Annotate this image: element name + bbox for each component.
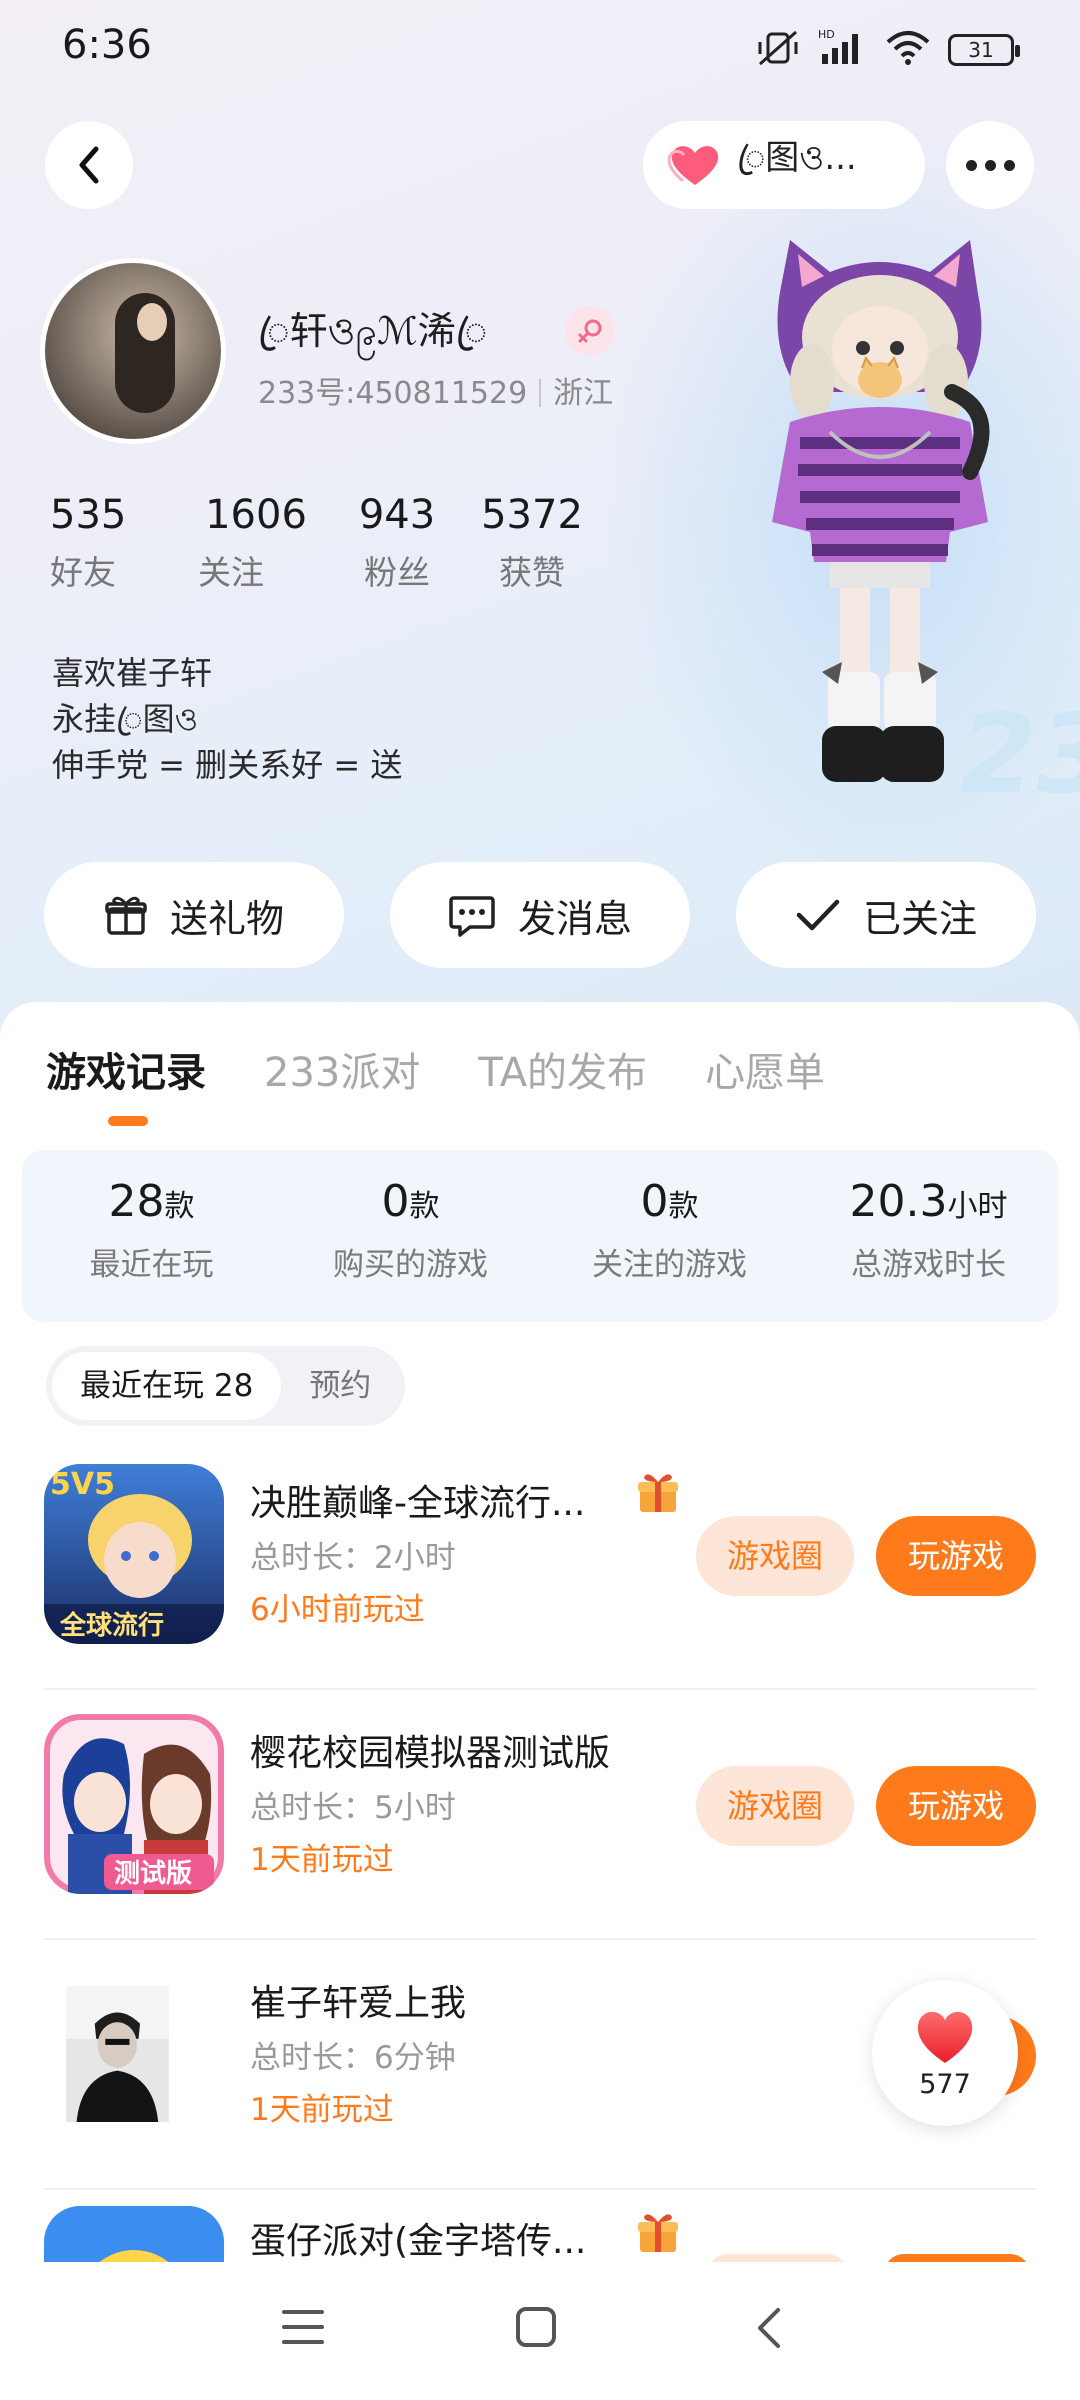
game-icon-juesheng: 5V5 全球流行 [44,1464,224,1644]
send-message-label: 发消息 [517,896,632,941]
chat-bubble-icon [449,896,495,937]
gift-icon [105,896,147,935]
system-navigation-bar [0,2262,1080,2400]
hd-signal-icon: HD [818,28,868,72]
chevron-left-icon [79,146,99,184]
send-gift-button[interactable]: 送礼物 [44,862,344,968]
game-icon-eggy-party [44,2206,224,2262]
svg-text:5V5: 5V5 [50,1467,115,1502]
menu-icon[interactable] [282,2306,324,2348]
game-last-played: 1天前玩过 [250,2092,394,2128]
send-gift-label: 送礼物 [169,896,284,941]
bio-line: 喜欢崔子轩 [52,654,213,692]
game-circle-button[interactable]: 游戏圈 [696,1516,854,1596]
send-message-button[interactable]: 发消息 [390,862,690,968]
bio: 喜欢崔子轩 永挂ꦿ图ও 伸手党 = 删关系好 = 送 [52,650,402,788]
svg-text:HD: HD [818,28,835,41]
segment-reserved[interactable]: 预约 [281,1352,399,1420]
avatar-character-figure[interactable] [720,232,1040,812]
play-game-button-partial[interactable] [884,2254,1030,2262]
checkmark-icon [796,899,840,931]
status-bar: 6:36 HD 31 [0,0,1080,96]
game-duration: 总时长：6分钟 [250,2040,456,2076]
summary-purchased-games[interactable]: 0款 购买的游戏 [281,1150,540,1322]
game-last-played: 1天前玩过 [250,1842,394,1878]
bio-line: 伸手党 = 删关系好 = 送 [52,746,403,784]
game-icon-sakura: 测试版 [44,1714,224,1894]
active-tab-indicator [108,1116,148,1126]
game-summary-card: 28款 最近在玩 0款 购买的游戏 0款 关注的游戏 20.3小时 总游戏时长 [22,1150,1058,1322]
segment-recent-played[interactable]: 最近在玩 28 [52,1352,282,1420]
game-circle-button-partial[interactable] [708,2254,848,2262]
profile-tabs: 游戏记录 233派对 TA的发布 心愿单 [46,1040,825,1098]
summary-recent-played[interactable]: 28款 最近在玩 [22,1150,281,1322]
summary-total-playtime[interactable]: 20.3小时 总游戏时长 [799,1150,1058,1322]
game-row[interactable]: 蛋仔派对(金字塔传... [0,2190,1080,2262]
game-circle-button[interactable]: 游戏圈 [696,1766,854,1846]
stat-following[interactable]: 1606 关注 [180,492,332,594]
tab-ta-posts[interactable]: TA的发布 [478,1040,647,1098]
more-dots-icon [965,159,1015,171]
location: 浙江 [553,376,614,411]
game-duration: 总时长：5小时 [250,1790,456,1826]
followed-label: 已关注 [862,896,977,941]
relationship-pill[interactable]: ꦿ图ও... [643,121,925,209]
stat-friends[interactable]: 535 好友 [50,492,180,594]
heart-icon [917,2011,973,2063]
profile-screen: 6:36 HD 31 ꦿ图ও... ꦿ轩ও၉ℳ浠ꦿ 233号:450811529… [0,0,1080,2400]
game-title: 决胜巅峰-全球流行... [250,1483,586,1524]
gift-badge-icon [638,1474,678,1512]
wifi-icon [886,30,930,70]
heart-pair-icon [667,146,719,185]
game-row[interactable]: 5V5 全球流行 决胜巅峰-全球流行... 总时长：2小时 6小时前玩过 游戏圈… [0,1440,1080,1690]
floating-like-button[interactable]: 577 [872,1980,1018,2126]
user-id-line: 233号:450811529 浙江 [258,368,613,412]
female-gender-icon [565,306,615,356]
back-nav-icon[interactable] [752,2306,784,2350]
profile-stats: 535 好友 1606 关注 943 粉丝 5372 获赞 [50,492,602,594]
summary-followed-games[interactable]: 0款 关注的游戏 [540,1150,799,1322]
svg-text:测试版: 测试版 [114,1859,192,1889]
avatar[interactable] [40,258,226,444]
tab-233-party[interactable]: 233派对 [264,1040,420,1098]
status-time: 6:36 [62,22,152,68]
back-button[interactable] [45,121,133,209]
tab-game-records[interactable]: 游戏记录 [46,1040,206,1098]
stat-likes[interactable]: 5372 获赞 [462,492,602,594]
game-title: 崔子轩爱上我 [250,1983,467,2024]
home-icon[interactable] [515,2306,557,2348]
relationship-name: ꦿ图ও... [737,137,857,178]
game-title: 樱花校园模拟器测试版 [250,1733,611,1774]
game-title: 蛋仔派对(金字塔传... [250,2221,587,2262]
play-game-button[interactable]: 玩游戏 [876,1516,1036,1596]
recent-reserve-segment: 最近在玩 28 预约 [46,1346,406,1426]
game-row[interactable]: 测试版 樱花校园模拟器测试版 总时长：5小时 1天前玩过 游戏圈 玩游戏 [0,1690,1080,1940]
play-game-button[interactable]: 玩游戏 [876,1766,1036,1846]
game-duration: 总时长：2小时 [250,1540,456,1576]
battery-icon: 31 [948,34,1020,66]
svg-text:全球流行: 全球流行 [59,1610,164,1641]
gift-badge-icon [638,2214,678,2252]
stat-fans[interactable]: 943 粉丝 [332,492,462,594]
user-id: 233号:450811529 [258,376,528,411]
game-last-played: 6小时前玩过 [250,1592,425,1628]
more-button[interactable] [946,121,1034,209]
tab-wishlist[interactable]: 心愿单 [705,1040,825,1098]
followed-button[interactable]: 已关注 [736,862,1036,968]
like-count: 577 [919,2068,971,2100]
mute-vibrate-icon [756,28,800,72]
game-icon-cui-zixuan [66,1986,169,2122]
bio-line: 永挂ꦿ图ও [52,700,199,738]
